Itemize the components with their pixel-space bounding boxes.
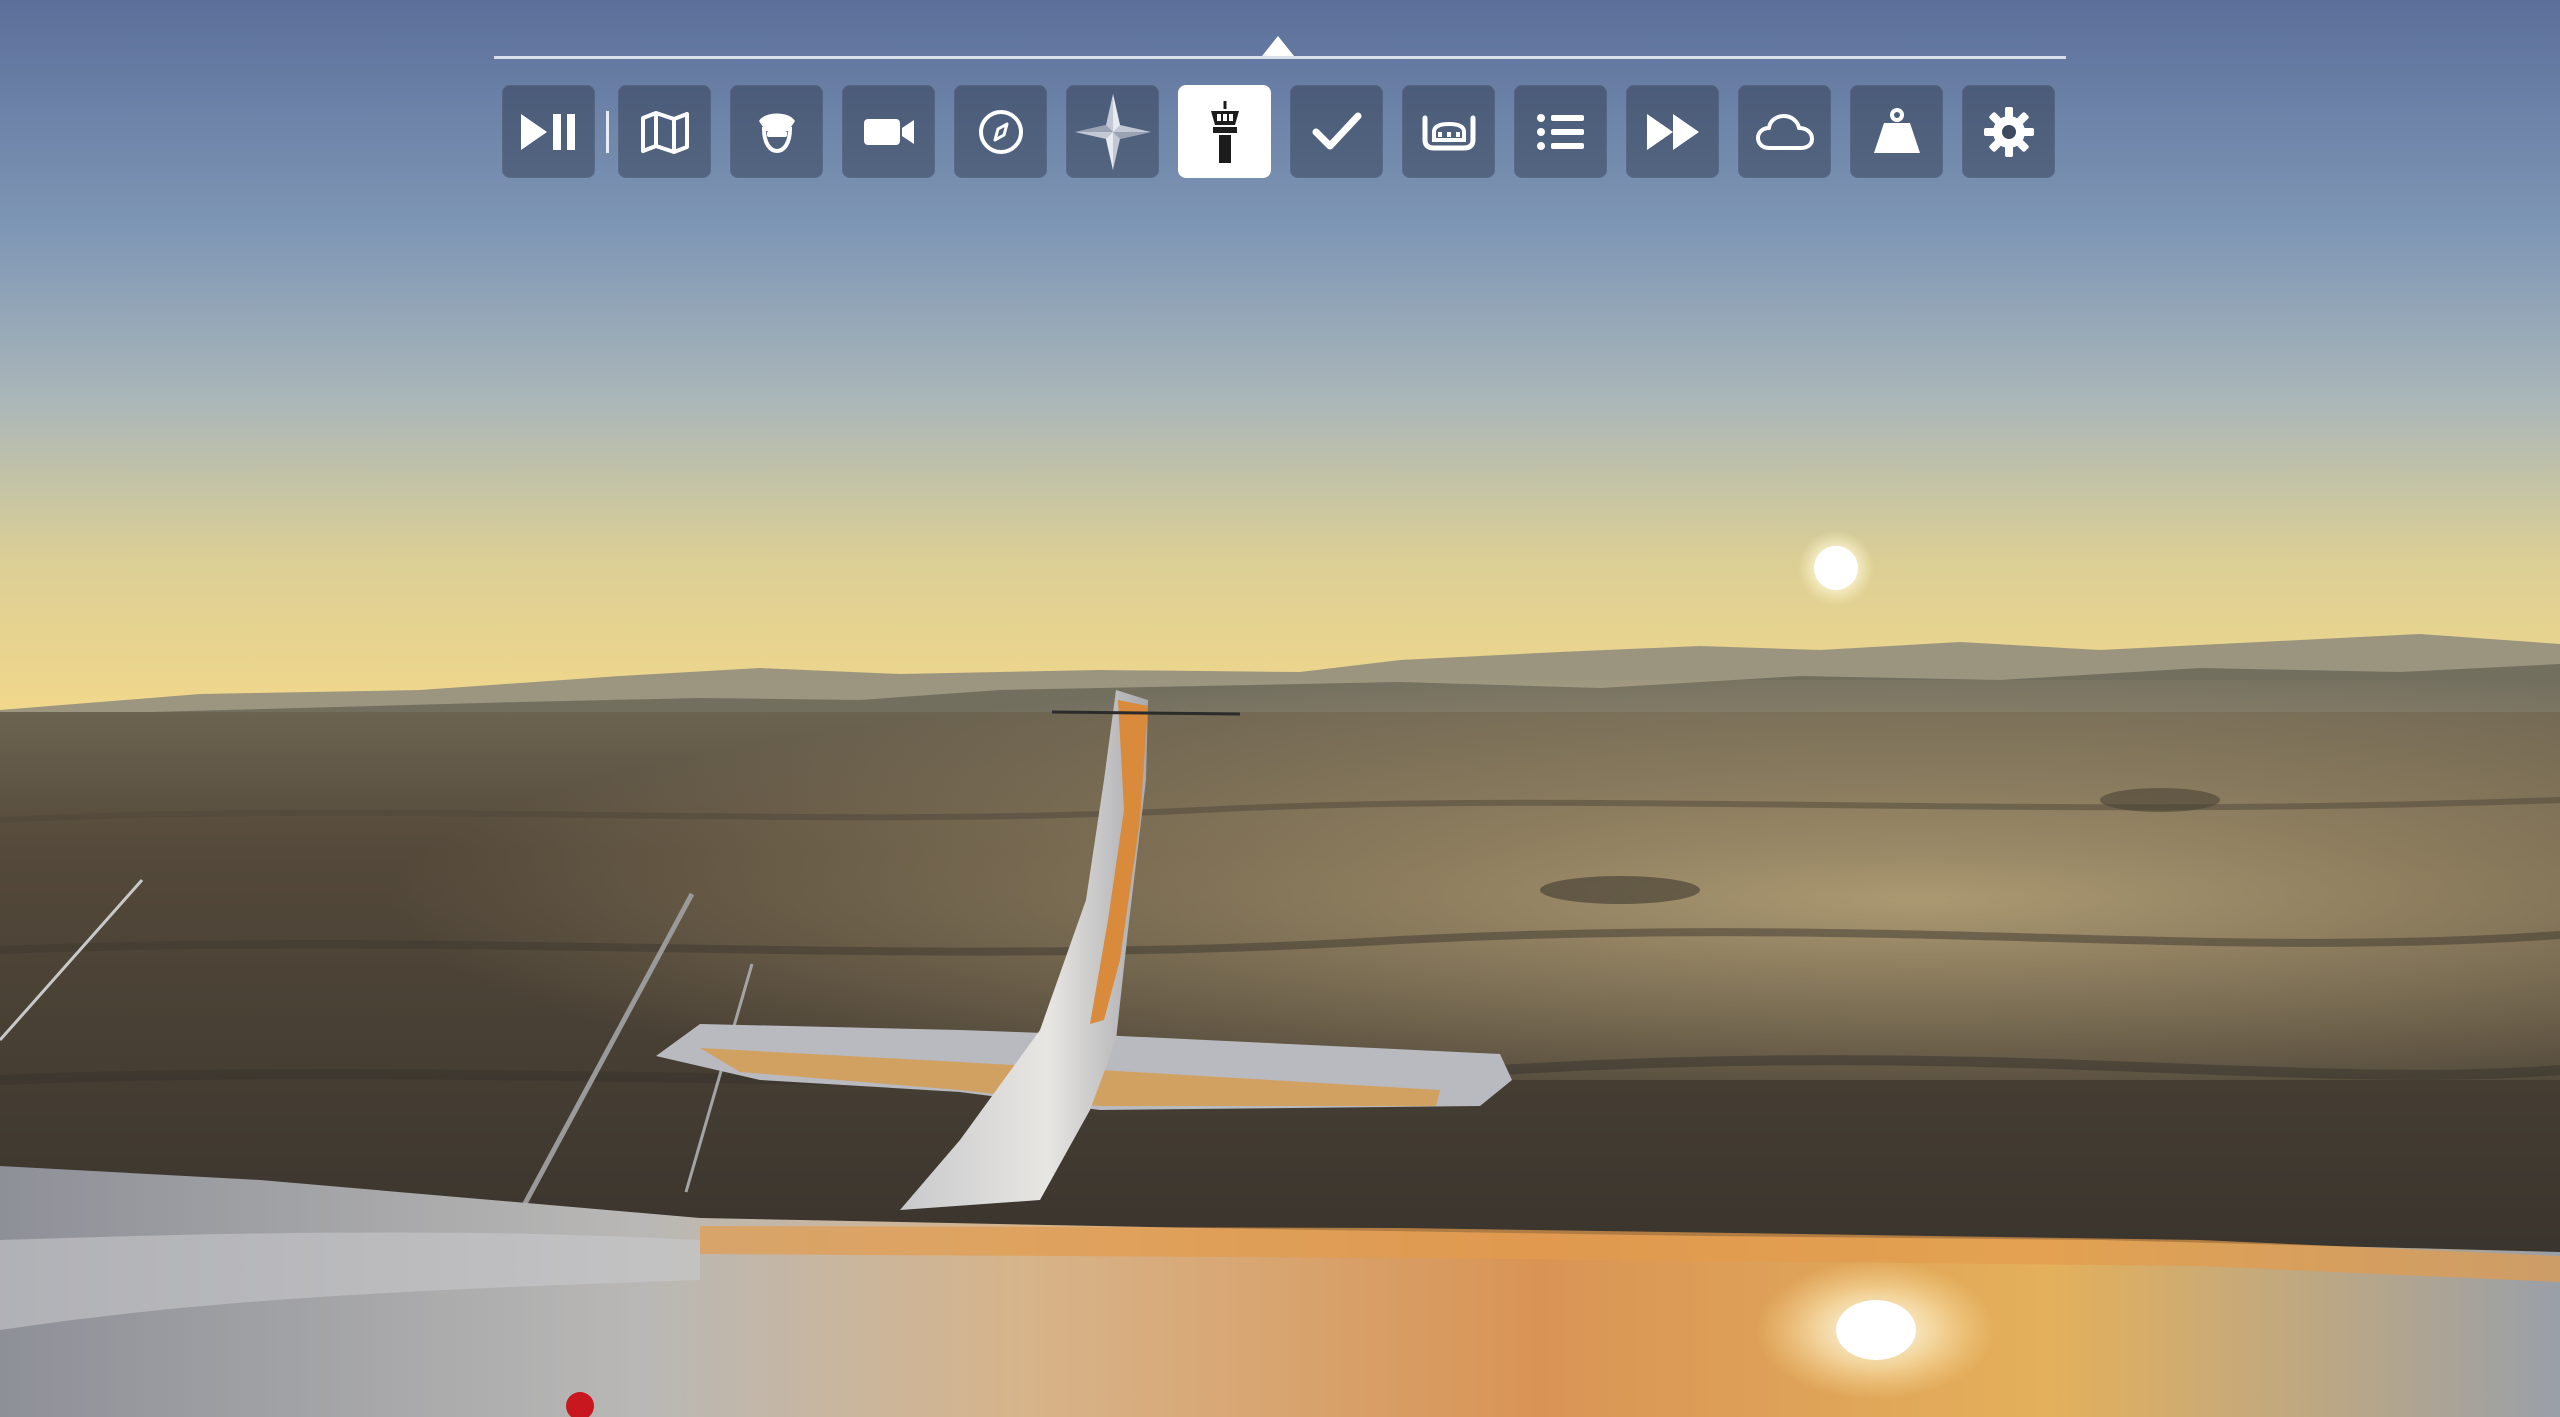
navlog-star-icon: [1073, 92, 1153, 172]
yoke-icon: [1420, 112, 1478, 152]
objectives-list-icon: [1536, 113, 1586, 151]
camera-button[interactable]: [842, 85, 935, 178]
play-pause-button[interactable]: [502, 85, 595, 178]
map-button[interactable]: [618, 85, 711, 178]
settings-gear-icon: [1983, 106, 2034, 157]
pilot-button[interactable]: [730, 85, 823, 178]
compass-button[interactable]: [954, 85, 1047, 178]
toolbar-rail: [494, 56, 2066, 59]
weight-balance-button[interactable]: [1850, 85, 1943, 178]
checklist-icon: [1312, 112, 1362, 152]
compass-icon: [977, 108, 1025, 156]
toolbar-separator: [606, 111, 609, 153]
weight-icon: [1872, 107, 1922, 157]
map-icon: [640, 110, 690, 154]
checklist-button[interactable]: [1290, 85, 1383, 178]
settings-button[interactable]: [1962, 85, 2055, 178]
pilot-icon: [755, 107, 799, 157]
control-tower-icon: [1205, 100, 1245, 163]
controls-button[interactable]: [1402, 85, 1495, 178]
play-pause-icon: [517, 110, 581, 154]
camera-icon: [862, 114, 916, 150]
navlog-button[interactable]: [1066, 85, 1159, 178]
objectives-button[interactable]: [1514, 85, 1607, 178]
fast-forward-icon: [1645, 112, 1701, 152]
weather-button[interactable]: [1738, 85, 1831, 178]
weather-cloud-icon: [1755, 112, 1815, 152]
toolbar-caret: [1262, 36, 1294, 56]
flight-scene: [0, 0, 2560, 1417]
sim-rate-button[interactable]: [1626, 85, 1719, 178]
atc-button[interactable]: [1178, 85, 1271, 178]
